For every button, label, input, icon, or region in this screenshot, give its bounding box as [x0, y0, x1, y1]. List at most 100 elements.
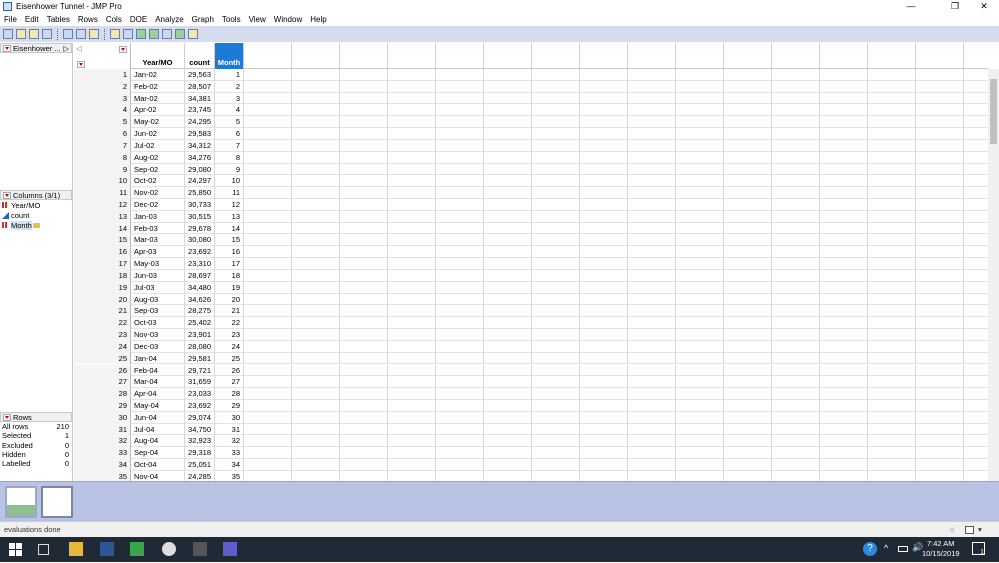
empty-cell[interactable]: [292, 187, 340, 199]
empty-cell[interactable]: [820, 163, 868, 176]
column-item-year-mo[interactable]: Year/MO: [0, 200, 72, 210]
empty-cell[interactable]: [916, 399, 964, 412]
empty-cell[interactable]: [964, 400, 988, 412]
empty-cell[interactable]: [580, 151, 628, 164]
empty-cell[interactable]: [436, 151, 484, 164]
menu-file[interactable]: File: [4, 15, 17, 24]
empty-cell[interactable]: [676, 364, 724, 377]
table-row[interactable]: 25 Jan-04 29,581 25: [74, 352, 988, 365]
empty-cell[interactable]: [388, 305, 436, 318]
row-number[interactable]: 10: [74, 175, 131, 188]
empty-cell[interactable]: [820, 104, 868, 117]
red-triangle-menu-icon[interactable]: [3, 413, 11, 421]
month-cell[interactable]: 25: [215, 352, 244, 365]
month-cell[interactable]: 16: [215, 246, 244, 259]
empty-cell[interactable]: [580, 423, 628, 436]
year-mo-cell[interactable]: Feb-02: [131, 80, 185, 93]
table-row[interactable]: 10 Oct-02 24,297 10: [74, 175, 988, 188]
empty-cell[interactable]: [484, 447, 532, 460]
month-cell[interactable]: 2: [215, 80, 244, 93]
row-number[interactable]: 29: [74, 399, 131, 412]
empty-cell[interactable]: [628, 388, 676, 400]
empty-cell[interactable]: [532, 376, 580, 389]
empty-cell[interactable]: [916, 92, 964, 105]
empty-cell[interactable]: [964, 329, 988, 341]
empty-cell[interactable]: [532, 447, 580, 460]
column-header-count[interactable]: count: [185, 43, 215, 69]
month-cell[interactable]: 19: [215, 281, 244, 294]
empty-cell[interactable]: [436, 187, 484, 199]
dropdown-icon[interactable]: ▾: [978, 522, 982, 538]
empty-cell[interactable]: [436, 364, 484, 377]
empty-cell[interactable]: [772, 246, 820, 259]
year-mo-cell[interactable]: Jul-04: [131, 423, 185, 436]
empty-cell[interactable]: [724, 329, 772, 341]
count-cell[interactable]: 30,080: [185, 234, 215, 247]
empty-cell[interactable]: [484, 234, 532, 247]
row-number[interactable]: 24: [74, 340, 131, 353]
empty-column-header[interactable]: [772, 43, 820, 69]
copy-icon[interactable]: [76, 29, 86, 39]
empty-cell[interactable]: [532, 116, 580, 129]
scrollbar-thumb[interactable]: [990, 79, 997, 144]
count-cell[interactable]: 25,051: [185, 459, 215, 471]
year-mo-cell[interactable]: Feb-04: [131, 364, 185, 377]
empty-cell[interactable]: [772, 234, 820, 247]
empty-cell[interactable]: [820, 199, 868, 211]
empty-cell[interactable]: [916, 317, 964, 330]
empty-cell[interactable]: [484, 388, 532, 400]
empty-cell[interactable]: [292, 388, 340, 400]
table-row[interactable]: 14 Feb-03 29,678 14: [74, 222, 988, 235]
empty-cell[interactable]: [628, 470, 676, 481]
empty-cell[interactable]: [772, 411, 820, 424]
empty-cell[interactable]: [868, 258, 916, 270]
empty-cell[interactable]: [628, 116, 676, 129]
empty-cell[interactable]: [964, 459, 988, 471]
empty-cell[interactable]: [532, 92, 580, 105]
empty-cell[interactable]: [484, 163, 532, 176]
empty-cell[interactable]: [916, 210, 964, 223]
empty-cell[interactable]: [532, 128, 580, 140]
empty-cell[interactable]: [532, 305, 580, 318]
month-cell[interactable]: 28: [215, 388, 244, 400]
empty-cell[interactable]: [772, 151, 820, 164]
empty-cell[interactable]: [532, 234, 580, 247]
empty-cell[interactable]: [292, 163, 340, 176]
month-cell[interactable]: 5: [215, 116, 244, 129]
menu-window[interactable]: Window: [274, 15, 302, 24]
new-script-icon[interactable]: [16, 29, 26, 39]
new-table-icon[interactable]: [3, 29, 13, 39]
menu-edit[interactable]: Edit: [25, 15, 39, 24]
table-row[interactable]: 9 Sep-02 29,080 9: [74, 163, 988, 176]
menu-doe[interactable]: DOE: [130, 15, 147, 24]
empty-cell[interactable]: [484, 305, 532, 318]
empty-cell[interactable]: [820, 352, 868, 365]
empty-cell[interactable]: [724, 435, 772, 448]
empty-cell[interactable]: [340, 163, 388, 176]
empty-cell[interactable]: [484, 435, 532, 448]
empty-cell[interactable]: [964, 388, 988, 400]
count-cell[interactable]: 32,923: [185, 435, 215, 448]
empty-cell[interactable]: [964, 282, 988, 294]
empty-cell[interactable]: [292, 151, 340, 164]
empty-cell[interactable]: [388, 163, 436, 176]
table-row[interactable]: 12 Dec-02 30,733 12: [74, 199, 988, 211]
empty-cell[interactable]: [724, 175, 772, 188]
empty-cell[interactable]: [820, 305, 868, 318]
help-icon[interactable]: ?: [863, 542, 877, 556]
count-cell[interactable]: 23,745: [185, 104, 215, 117]
empty-cell[interactable]: [388, 281, 436, 294]
empty-cell[interactable]: [484, 352, 532, 365]
count-cell[interactable]: 28,080: [185, 340, 215, 353]
data-table-list-icon[interactable]: [123, 29, 133, 39]
count-cell[interactable]: 30,733: [185, 199, 215, 211]
empty-cell[interactable]: [820, 317, 868, 330]
empty-cell[interactable]: [580, 388, 628, 400]
empty-cell[interactable]: [628, 364, 676, 377]
column-header-year-mo[interactable]: Year/MO: [131, 43, 185, 69]
year-mo-cell[interactable]: May-04: [131, 399, 185, 412]
empty-cell[interactable]: [532, 269, 580, 282]
empty-cell[interactable]: [772, 69, 820, 81]
empty-cell[interactable]: [340, 187, 388, 199]
empty-cell[interactable]: [388, 435, 436, 448]
